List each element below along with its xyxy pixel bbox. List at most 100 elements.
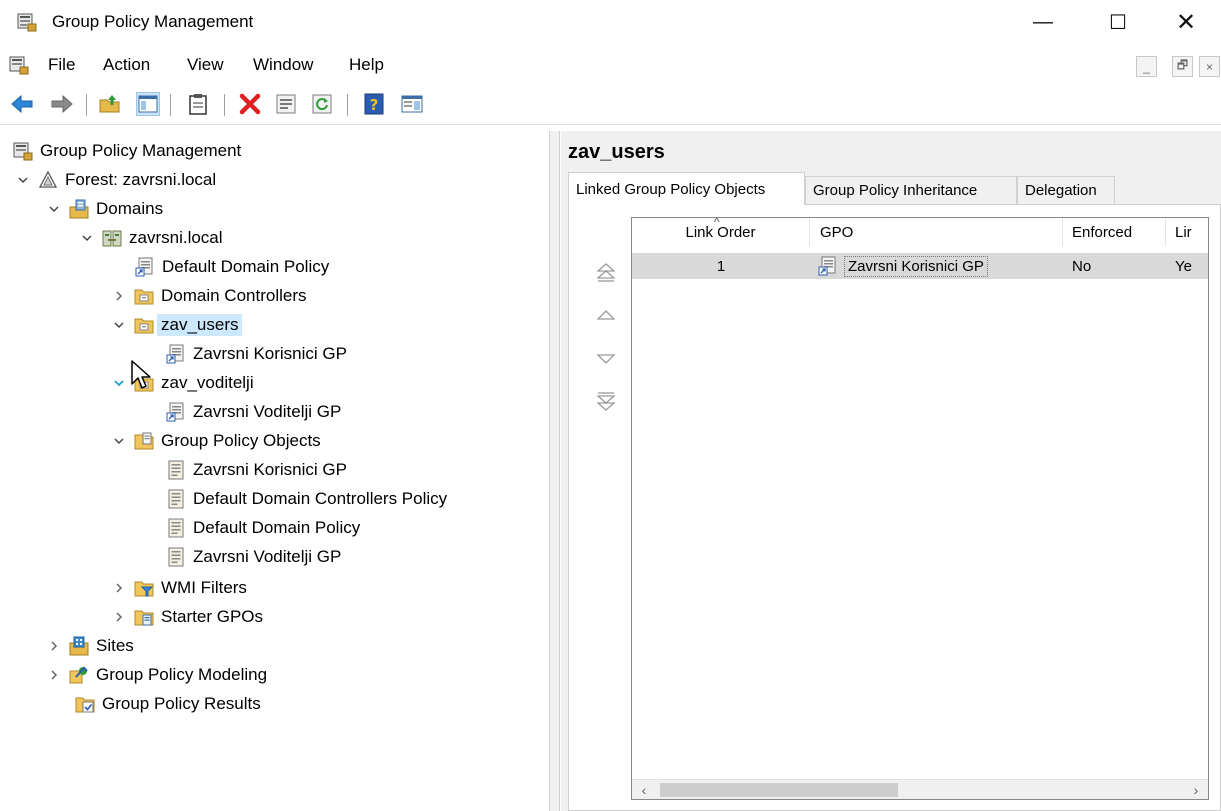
horizontal-scrollbar[interactable]: ‹ › <box>632 779 1208 799</box>
cell-link-order: 1 <box>716 257 726 275</box>
tree-node-gpo[interactable]: Zavrsni Korisnici GP <box>166 456 347 484</box>
close-button[interactable]: ✕ <box>1156 0 1216 44</box>
tree-node-label: Forest: zavrsni.local <box>65 170 217 189</box>
ou-folder-icon <box>134 286 154 306</box>
wmi-filter-folder-icon <box>134 578 154 598</box>
gpo-scroll-icon <box>166 547 186 567</box>
tree-node-link-zavrsni-korisnici-gp[interactable]: Zavrsni Korisnici GP <box>166 340 347 368</box>
refresh-icon[interactable] <box>310 92 334 116</box>
tree-node-wmi-filters[interactable]: WMI Filters <box>112 574 247 602</box>
mdi-restore-button[interactable]: 🗗 <box>1172 56 1193 77</box>
tree-node-group-policy-objects[interactable]: Group Policy Objects <box>112 427 321 455</box>
domain-icon <box>102 228 122 248</box>
forward-arrow-icon[interactable] <box>50 92 74 116</box>
menu-window[interactable]: Window <box>253 55 313 75</box>
tree-node-gpm-root[interactable]: Group Policy Management <box>13 137 241 165</box>
tab-delegation[interactable]: Delegation <box>1017 176 1115 204</box>
domains-icon <box>69 199 89 219</box>
move-to-top-icon[interactable] <box>596 261 616 288</box>
tree-node-domain-controllers[interactable]: Domain Controllers <box>112 282 307 310</box>
tree-node-starter-gpos[interactable]: Starter GPOs <box>112 603 263 631</box>
show-hide-tree-icon[interactable] <box>136 92 160 116</box>
up-folder-icon[interactable] <box>98 92 122 116</box>
tree-node-domains[interactable]: Domains <box>47 195 163 223</box>
action-pane-icon[interactable] <box>400 92 424 116</box>
menu-help[interactable]: Help <box>349 55 384 75</box>
gpmc-app-icon <box>13 141 33 161</box>
system-menu-icon[interactable] <box>9 55 29 80</box>
cell-enforced: No <box>1072 257 1092 275</box>
linked-gpo-list: ^ Link Order GPO Enforced Lir 1 Zavrsni … <box>631 217 1209 800</box>
tree-node-label: Domain Controllers <box>161 286 307 305</box>
tree-node-zav-users[interactable]: zav_users <box>112 311 243 339</box>
tree-node-gpo[interactable]: Default Domain Controllers Policy <box>166 485 447 513</box>
gpo-scroll-icon <box>166 460 186 480</box>
column-header-link-order[interactable]: Link Order <box>632 218 810 246</box>
chevron-right-icon[interactable] <box>112 610 126 624</box>
tree-node-sites[interactable]: Sites <box>47 632 134 660</box>
menu-file[interactable]: File <box>48 55 75 75</box>
chevron-down-icon[interactable] <box>80 231 94 245</box>
pane-splitter[interactable] <box>549 131 560 811</box>
column-header-link-enabled[interactable]: Lir <box>1166 218 1208 246</box>
toolbar-separator <box>170 94 171 116</box>
tab-gp-inheritance[interactable]: Group Policy Inheritance <box>805 176 1017 204</box>
move-down-icon[interactable] <box>596 352 616 370</box>
sites-icon <box>69 636 89 656</box>
results-icon <box>75 694 95 714</box>
gpo-link-icon <box>135 257 155 277</box>
move-to-bottom-icon[interactable] <box>596 391 616 418</box>
toolbar-separator <box>347 94 348 116</box>
delete-icon[interactable] <box>238 92 262 116</box>
cell-gpo-label: Zavrsni Korisnici GP <box>844 255 988 277</box>
mdi-close-button[interactable]: × <box>1199 56 1220 77</box>
tree-node-label: zav_voditelji <box>161 373 254 392</box>
tree-node-gpo[interactable]: Default Domain Policy <box>166 514 360 542</box>
tree-node-gpo[interactable]: Zavrsni Voditelji GP <box>166 543 341 571</box>
tree-node-forest[interactable]: Forest: zavrsni.local <box>16 166 216 194</box>
chevron-down-icon[interactable] <box>112 434 126 448</box>
scrollbar-thumb[interactable] <box>660 783 898 797</box>
tree-node-label: Group Policy Management <box>40 141 242 160</box>
mouse-pointer-icon <box>130 359 156 396</box>
details-pane: zav_users Linked Group Policy Objects Gr… <box>561 131 1221 811</box>
tree-node-link-default-domain-policy[interactable]: Default Domain Policy <box>135 253 329 281</box>
chevron-right-icon[interactable] <box>47 668 61 682</box>
tree-node-label: Zavrsni Voditelji GP <box>193 547 342 566</box>
maximize-button[interactable]: ☐ <box>1088 0 1148 44</box>
chevron-down-icon[interactable] <box>16 173 30 187</box>
tree-node-label: zavrsni.local <box>129 228 223 247</box>
cell-gpo[interactable]: Zavrsni Korisnici GP <box>818 253 988 279</box>
help-icon[interactable]: ? <box>362 92 386 116</box>
scroll-right-icon[interactable]: › <box>1186 780 1206 799</box>
tree-node-label: Default Domain Policy <box>193 518 361 537</box>
chevron-down-icon[interactable] <box>47 202 61 216</box>
move-up-icon[interactable] <box>596 308 616 326</box>
chevron-right-icon[interactable] <box>47 639 61 653</box>
chevron-right-icon[interactable] <box>112 289 126 303</box>
chevron-down-icon[interactable] <box>112 376 126 390</box>
tab-panel: ^ Link Order GPO Enforced Lir 1 Zavrsni … <box>568 204 1221 811</box>
chevron-down-icon[interactable] <box>112 318 126 332</box>
menu-view[interactable]: View <box>187 55 224 75</box>
back-arrow-icon[interactable] <box>10 92 34 116</box>
minimize-button[interactable]: — <box>1013 0 1073 44</box>
properties-icon[interactable] <box>274 92 298 116</box>
window-title: Group Policy Management <box>52 12 254 31</box>
tree-node-group-policy-modeling[interactable]: Group Policy Modeling <box>47 661 267 689</box>
details-title: zav_users <box>568 141 665 163</box>
tree-node-label: Zavrsni Korisnici GP <box>193 344 347 363</box>
column-header-gpo[interactable]: GPO <box>810 218 1063 246</box>
tree-node-domain-zavrsni-local[interactable]: zavrsni.local <box>80 224 223 252</box>
column-header-enforced[interactable]: Enforced <box>1063 218 1166 246</box>
menu-action[interactable]: Action <box>103 55 150 75</box>
mdi-minimize-button[interactable]: _ <box>1136 56 1157 77</box>
tree-node-group-policy-results[interactable]: Group Policy Results <box>75 690 261 718</box>
scroll-left-icon[interactable]: ‹ <box>634 780 654 799</box>
chevron-right-icon[interactable] <box>112 581 126 595</box>
tree-node-label: Group Policy Modeling <box>96 665 268 684</box>
clipboard-icon[interactable] <box>186 92 210 116</box>
tab-linked-gpos[interactable]: Linked Group Policy Objects <box>568 172 805 205</box>
tree-node-link-zavrsni-voditelji-gp[interactable]: Zavrsni Voditelji GP <box>166 398 341 426</box>
console-tree: Group Policy Management Forest: zavrsni.… <box>0 131 548 811</box>
